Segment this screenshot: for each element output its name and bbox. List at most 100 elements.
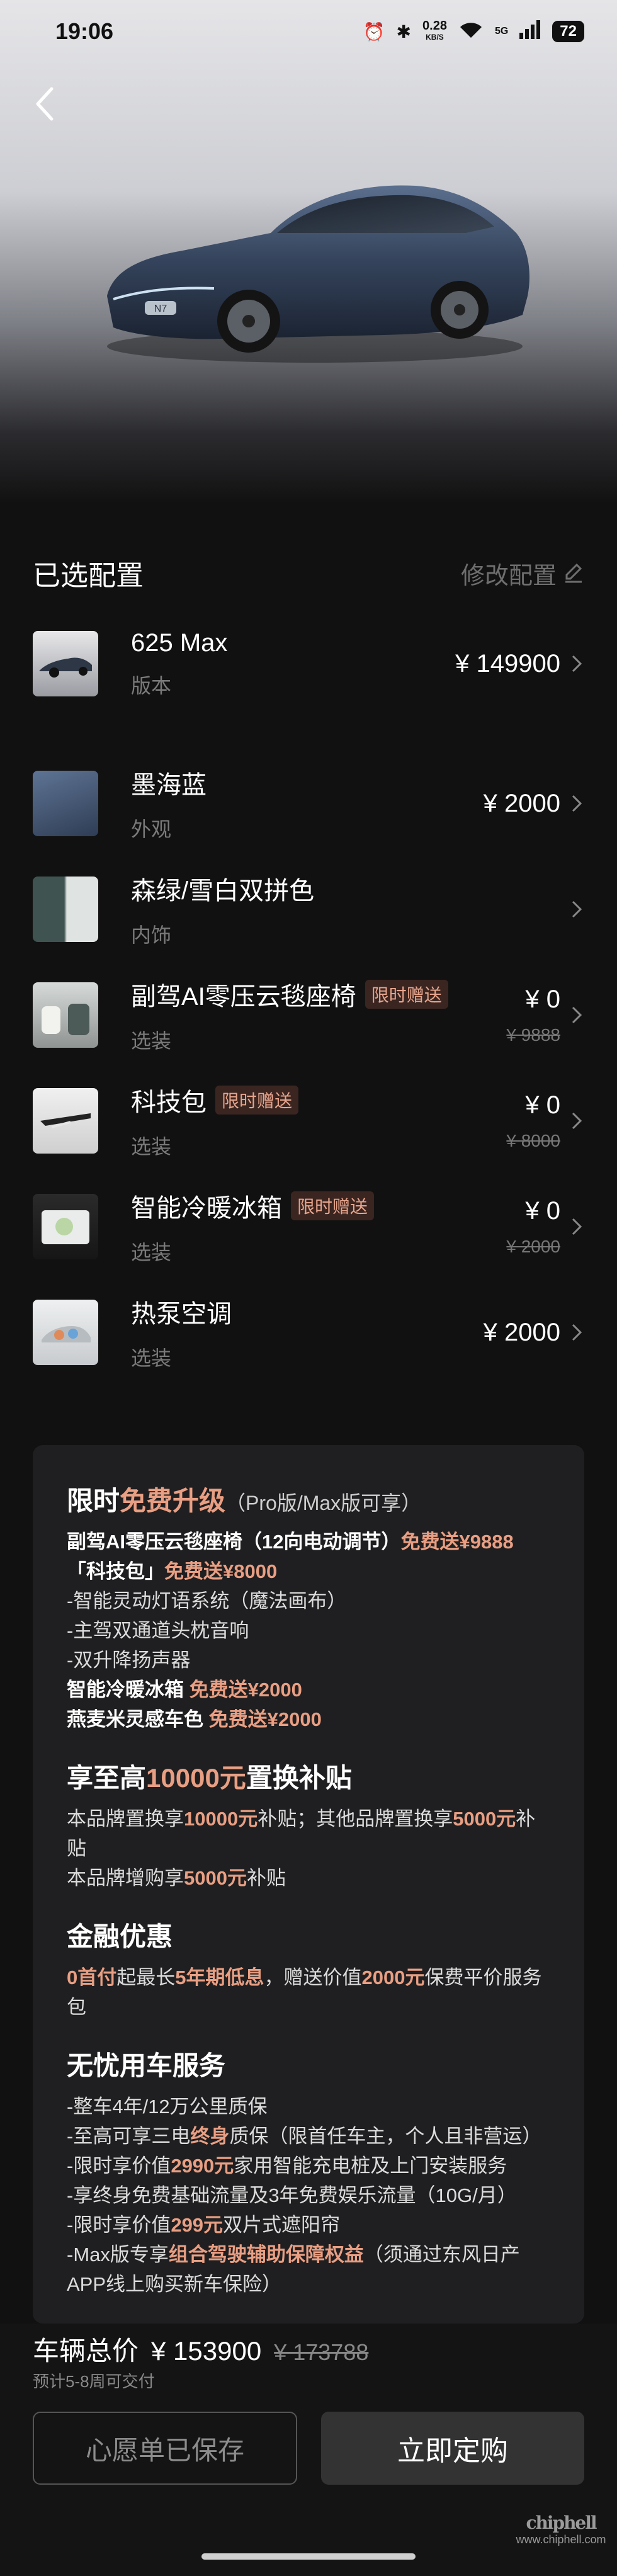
pencil-icon bbox=[565, 563, 582, 583]
config-item-category: 内饰 bbox=[131, 924, 172, 946]
config-item-name: 625 Max bbox=[131, 628, 228, 657]
signal-label: 5G bbox=[494, 26, 509, 37]
original-total-price: ¥ 173788 bbox=[274, 2339, 369, 2365]
car-model-badge: N7 bbox=[154, 304, 167, 314]
selected-config-header: 已选配置 修改配置 bbox=[33, 554, 584, 592]
watermark-logo: chiphell bbox=[526, 2512, 597, 2533]
chevron-right-icon bbox=[572, 1324, 582, 1341]
page-title: 已选配置 bbox=[33, 560, 144, 591]
config-item-seat[interactable]: 副驾AI零压云毯座椅 限时赠送 选装 ¥ 0 ¥ 9888 bbox=[0, 962, 617, 1068]
gift-badge: 限时赠送 bbox=[291, 1191, 375, 1220]
promo-line: -智能灵动灯语系统（魔法画布） bbox=[67, 1590, 347, 1612]
config-item-fridge[interactable]: 智能冷暖冰箱 限时赠送 选装 ¥ 0 ¥ 2000 bbox=[0, 1174, 617, 1279]
hero-banner: N7 bbox=[0, 0, 617, 504]
promo-line: 0首付起最长5年期低息，赠送价值2000元保费平价服务包 bbox=[67, 1966, 542, 2018]
total-row: 车辆总价 ¥ 153900 ¥ 173788 bbox=[33, 2330, 368, 2368]
config-item-category: 版本 bbox=[131, 674, 172, 697]
config-item-name: 墨海蓝 bbox=[131, 771, 207, 799]
config-item-name: 副驾AI零压云毯座椅 bbox=[131, 983, 356, 1011]
config-item-original-price: ¥ 8000 bbox=[506, 1130, 560, 1150]
edit-config-label: 修改配置 bbox=[460, 562, 557, 589]
config-item-category: 外观 bbox=[131, 818, 172, 841]
status-time: 19:06 bbox=[55, 18, 114, 44]
config-item-price: ¥ 0 bbox=[525, 1196, 560, 1225]
config-item-category: 选装 bbox=[131, 1347, 172, 1370]
promo-service-section: 无忧用车服务 -整车4年/12万公里质保 -至高可享三电终身质保（限首任车主，个… bbox=[67, 2045, 550, 2299]
config-item-price: ¥ 2000 bbox=[483, 789, 560, 817]
promo-finance-section: 金融优惠 0首付起最长5年期低息，赠送价值2000元保费平价服务包 bbox=[67, 1915, 550, 2022]
promo-line: -主驾双通道头枕音响 bbox=[67, 1620, 249, 1642]
config-item-tech-pack[interactable]: 科技包 限时赠送 选装 ¥ 0 ¥ 8000 bbox=[0, 1068, 617, 1174]
battery-indicator: 72 bbox=[552, 21, 584, 42]
delivery-note: 预计5-8周可交付 bbox=[33, 2372, 155, 2391]
chevron-right-icon bbox=[572, 1218, 582, 1235]
status-icons: ⏰ ✱ 0.28 KB/S 5G 72 bbox=[363, 20, 584, 43]
watermark-url: www.chiphell.com bbox=[516, 2533, 606, 2546]
heat-pump-thumbnail bbox=[33, 1300, 98, 1365]
interior-color-swatch bbox=[33, 877, 98, 942]
promo-upgrade-section: 限时免费升级（Pro版/Max版可享） 副驾AI零压云毯座椅（12向电动调节）免… bbox=[67, 1480, 550, 1734]
promo-upgrade-title: 限时免费升级（Pro版/Max版可享） bbox=[67, 1486, 422, 1516]
config-item-name: 智能冷暖冰箱 bbox=[131, 1194, 282, 1222]
config-item-interior[interactable]: 森绿/雪白双拼色 内饰 bbox=[0, 856, 617, 962]
promo-line: 「科技包」免费送¥8000 bbox=[67, 1560, 278, 1582]
promo-line: 副驾AI零压云毯座椅（12向电动调节）免费送¥9888 bbox=[67, 1531, 514, 1553]
chevron-right-icon bbox=[572, 655, 582, 672]
cell-signal-icon bbox=[519, 20, 541, 43]
promo-line: -Max版专享组合驾驶辅助保障权益（须通过东风日产APP线上购买新车保险） bbox=[67, 2244, 520, 2295]
back-button[interactable] bbox=[25, 82, 64, 126]
total-label: 车辆总价 bbox=[33, 2336, 139, 2366]
promo-line: -享终身免费基础流量及3年免费娱乐流量（10G/月） bbox=[67, 2184, 517, 2206]
gift-badge: 限时赠送 bbox=[365, 980, 448, 1009]
promo-line: -双升降扬声器 bbox=[67, 1649, 191, 1671]
bottom-bar: 车辆总价 ¥ 153900 ¥ 173788 预计5-8周可交付 心愿单已保存 … bbox=[0, 2324, 617, 2576]
config-item-exterior[interactable]: 墨海蓝 外观 ¥ 2000 bbox=[0, 751, 617, 856]
promo-line: 智能冷暖冰箱 免费送¥2000 bbox=[67, 1679, 302, 1701]
order-now-button[interactable]: 立即定购 bbox=[321, 2412, 584, 2485]
chevron-right-icon bbox=[572, 795, 582, 812]
seat-thumbnail bbox=[33, 982, 98, 1048]
home-indicator[interactable] bbox=[201, 2553, 416, 2560]
config-item-category: 选装 bbox=[131, 1030, 172, 1052]
chevron-left-icon bbox=[36, 87, 54, 121]
network-speed: 0.28 KB/S bbox=[422, 19, 447, 42]
config-item-name: 森绿/雪白双拼色 bbox=[131, 877, 315, 905]
chevron-right-icon bbox=[572, 1112, 582, 1130]
version-thumbnail bbox=[33, 631, 98, 696]
config-item-heat-pump[interactable]: 热泵空调 选装 ¥ 2000 bbox=[0, 1279, 617, 1385]
bluetooth-icon: ✱ bbox=[396, 21, 412, 42]
chevron-right-icon bbox=[572, 900, 582, 918]
promo-line: 燕麦米灵感车色 免费送¥2000 bbox=[67, 1708, 322, 1730]
promo-tradein-section: 享至高10000元置换补贴 本品牌置换享10000元补贴；其他品牌置换享5000… bbox=[67, 1757, 550, 1893]
config-item-category: 选装 bbox=[131, 1241, 172, 1264]
promo-line: -至高可享三电终身质保（限首任车主，个人且非营运） bbox=[67, 2125, 542, 2147]
config-item-name: 热泵空调 bbox=[131, 1300, 232, 1328]
edit-config-button[interactable]: 修改配置 bbox=[461, 556, 584, 591]
alarm-icon: ⏰ bbox=[363, 21, 385, 42]
config-item-original-price: ¥ 9888 bbox=[506, 1024, 560, 1045]
fridge-thumbnail bbox=[33, 1194, 98, 1259]
promo-finance-title: 金融优惠 bbox=[67, 1922, 173, 1951]
promo-service-title: 无忧用车服务 bbox=[67, 2051, 226, 2080]
status-bar: 19:06 ⏰ ✱ 0.28 KB/S 5G 72 bbox=[0, 0, 617, 63]
config-item-price: ¥ 149900 bbox=[455, 649, 560, 678]
config-item-version[interactable]: 625 Max 版本 ¥ 149900 bbox=[0, 611, 617, 717]
promo-line: -限时享价值299元双片式遮阳帘 bbox=[67, 2214, 341, 2236]
config-item-price: ¥ 0 bbox=[525, 985, 560, 1013]
config-item-name: 科技包 bbox=[131, 1089, 207, 1116]
car-image: N7 bbox=[107, 185, 529, 363]
config-item-price: ¥ 2000 bbox=[483, 1318, 560, 1346]
config-item-original-price: ¥ 2000 bbox=[506, 1236, 560, 1256]
config-item-category: 选装 bbox=[131, 1135, 172, 1158]
promo-line: -整车4年/12万公里质保 bbox=[67, 2096, 268, 2118]
config-list: 625 Max 版本 ¥ 149900 墨海蓝 外观 ¥ 2000 森绿/雪白双… bbox=[0, 611, 617, 1385]
promo-card: 限时免费升级（Pro版/Max版可享） 副驾AI零压云毯座椅（12向电动调节）免… bbox=[33, 1445, 584, 2324]
gift-badge: 限时赠送 bbox=[215, 1086, 299, 1115]
config-item-price: ¥ 0 bbox=[525, 1091, 560, 1119]
promo-tradein-title: 享至高10000元置换补贴 bbox=[67, 1763, 352, 1793]
wishlist-button[interactable]: 心愿单已保存 bbox=[33, 2412, 297, 2485]
total-price: ¥ 153900 bbox=[151, 2336, 262, 2366]
chevron-right-icon bbox=[572, 1006, 582, 1024]
promo-line: -限时享价值2990元家用智能充电桩及上门安装服务 bbox=[67, 2155, 507, 2177]
tech-pack-thumbnail bbox=[33, 1088, 98, 1154]
